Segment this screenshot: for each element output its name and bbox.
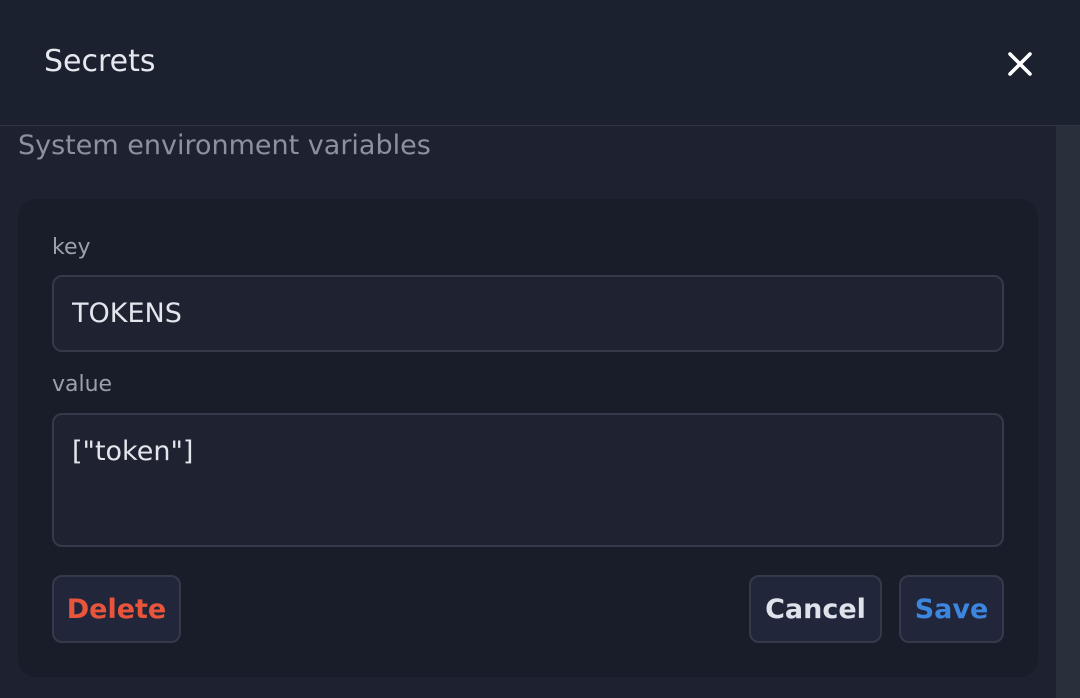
- secret-card: key value ["token"] Delete Cancel Save: [18, 199, 1038, 677]
- dialog-title: Secrets: [44, 44, 156, 79]
- secrets-dialog: Secrets System environment variables key…: [0, 0, 1080, 698]
- key-input[interactable]: [52, 275, 1004, 352]
- save-button[interactable]: Save: [899, 575, 1004, 643]
- dialog-body: System environment variables key value […: [0, 126, 1056, 698]
- key-label: key: [52, 235, 91, 260]
- value-label: value: [52, 372, 113, 397]
- scrollbar[interactable]: [1056, 126, 1080, 698]
- close-button[interactable]: [1000, 44, 1040, 84]
- close-icon: [1008, 52, 1032, 76]
- value-input[interactable]: ["token"]: [52, 413, 1004, 547]
- cancel-button[interactable]: Cancel: [749, 575, 882, 643]
- dialog-header: Secrets: [0, 0, 1080, 126]
- delete-button[interactable]: Delete: [52, 575, 181, 643]
- section-subtitle: System environment variables: [18, 130, 431, 161]
